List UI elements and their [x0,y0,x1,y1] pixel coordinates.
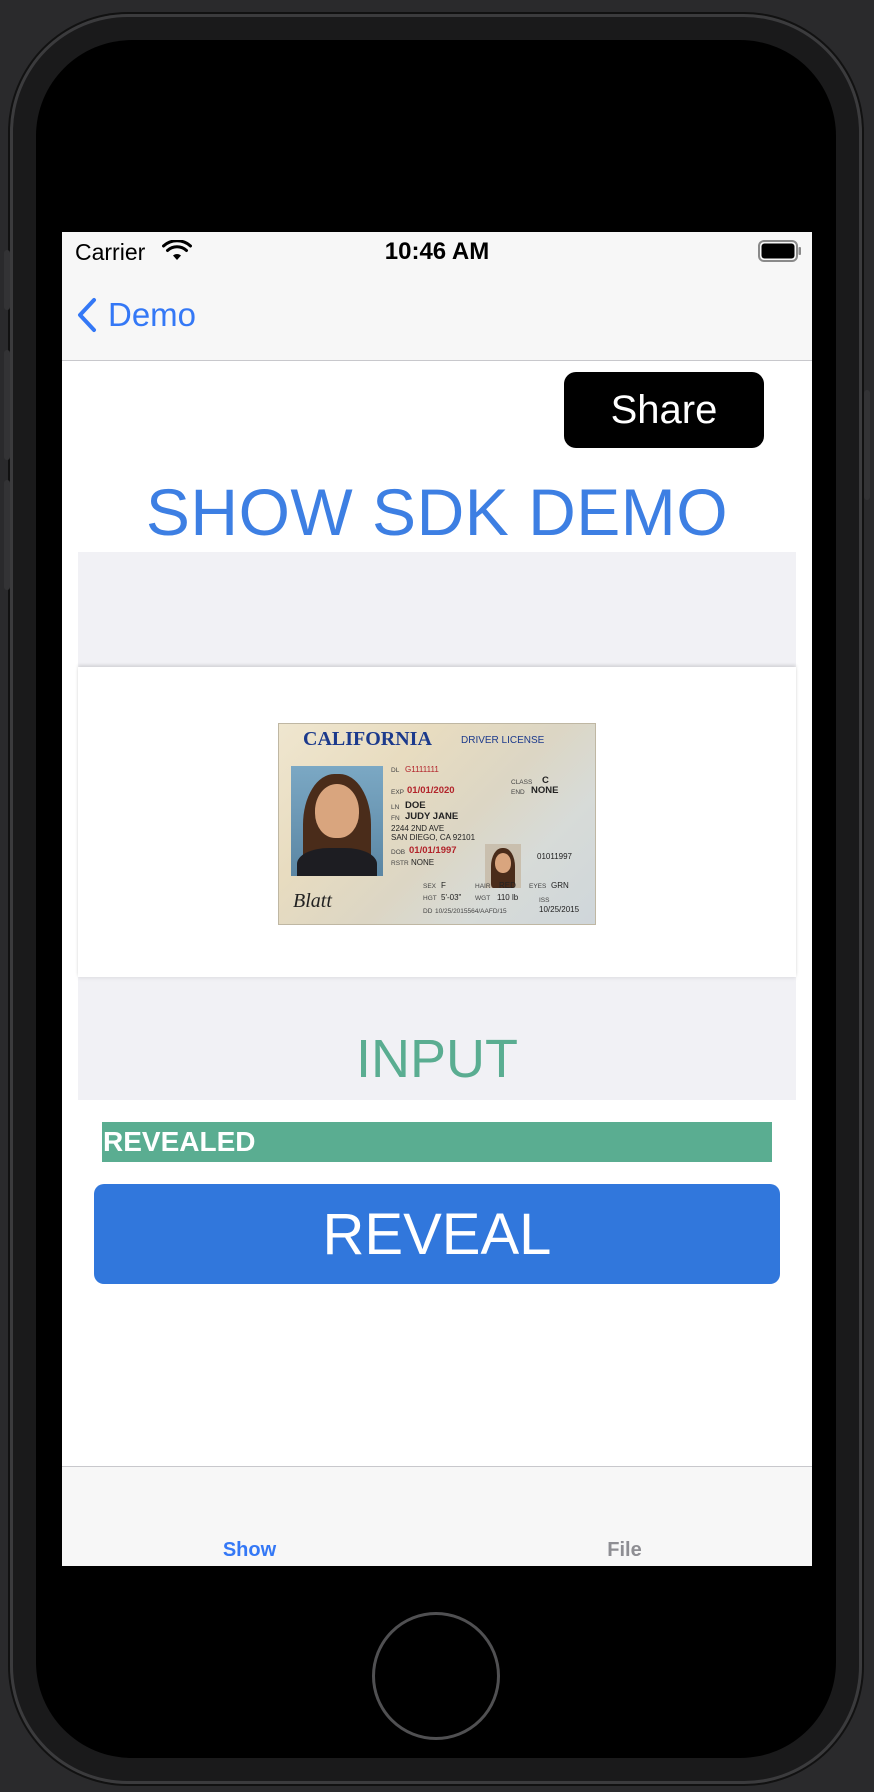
document-number: 01011997 [537,852,572,861]
license-state: CALIFORNIA [303,728,432,750]
wgt-label: WGT [475,895,491,902]
end-label: END [511,789,525,796]
sex-label: SEX [423,883,437,890]
battery-icon [758,240,802,262]
rstr-label: RSTR [391,860,409,867]
power-button [864,390,870,500]
document-preview-area: CALIFORNIA DRIVER LICENSE DL G1111111 EX… [78,552,796,1100]
iss-label: ISS [539,897,550,904]
input-label: INPUT [356,1029,518,1089]
navigation-bar: Demo [62,272,812,361]
fn-label: FN [391,815,400,822]
sex-value: F [441,881,446,890]
mute-switch [4,250,10,310]
wgt-value: 110 lb [497,893,519,902]
eyes-label: EYES [529,883,547,890]
volume-down-button [4,480,10,590]
rstr-value: NONE [411,858,435,867]
screen: Carrier 10:46 AM Demo Share SHOW SDK DEM… [62,232,812,1566]
dl-label: DL [391,767,400,774]
dob-date: 01/01/1997 [409,845,457,856]
hair-label: HAIR [475,883,491,890]
iss-value: 10/25/2015 [539,905,580,914]
class-value: C [542,775,549,786]
status-time: 10:46 AM [384,238,490,265]
class-label: CLASS [511,779,533,786]
reveal-button[interactable]: REVEAL [94,1184,780,1284]
document-card: CALIFORNIA DRIVER LICENSE DL G1111111 EX… [78,667,796,977]
end-value: NONE [531,785,559,796]
address-line-1: 2244 2ND AVE [391,824,445,833]
signature: Blatt [293,890,332,912]
license-photo [291,766,383,876]
address-line-2: SAN DIEGO, CA 92101 [391,833,476,842]
hgt-label: HGT [423,895,437,902]
exp-label: EXP [391,789,405,796]
home-button[interactable] [372,1612,500,1740]
license-type: DRIVER LICENSE [461,735,545,746]
status-bar: Carrier 10:46 AM [62,232,812,272]
last-name: DOE [405,800,426,811]
hgt-value: 5'-03" [441,893,462,902]
tab-show[interactable]: Show [62,1539,437,1562]
tab-bar: Show File [62,1466,812,1566]
first-name: JUDY JANE [405,811,459,822]
exp-date: 01/01/2020 [407,785,455,796]
revealed-field[interactable]: REVEALED [102,1122,772,1162]
back-button[interactable]: Demo [76,296,196,334]
eyes-value: GRN [551,881,569,890]
dl-number: G1111111 [405,765,439,774]
dd-value: 10/25/2015564/AAFD/15 [435,908,507,915]
volume-up-button [4,350,10,460]
dob-label: DOB [391,849,406,856]
ln-label: LN [391,804,400,811]
page-title: SHOW SDK DEMO [145,475,729,549]
share-button[interactable]: Share [564,372,764,448]
hair-value: RED [499,881,516,890]
license-image: CALIFORNIA DRIVER LICENSE DL G1111111 EX… [278,723,596,925]
chevron-left-icon [78,298,96,332]
dd-label: DD [423,908,433,915]
tab-file[interactable]: File [437,1539,812,1562]
back-button-label: Demo [108,296,197,333]
